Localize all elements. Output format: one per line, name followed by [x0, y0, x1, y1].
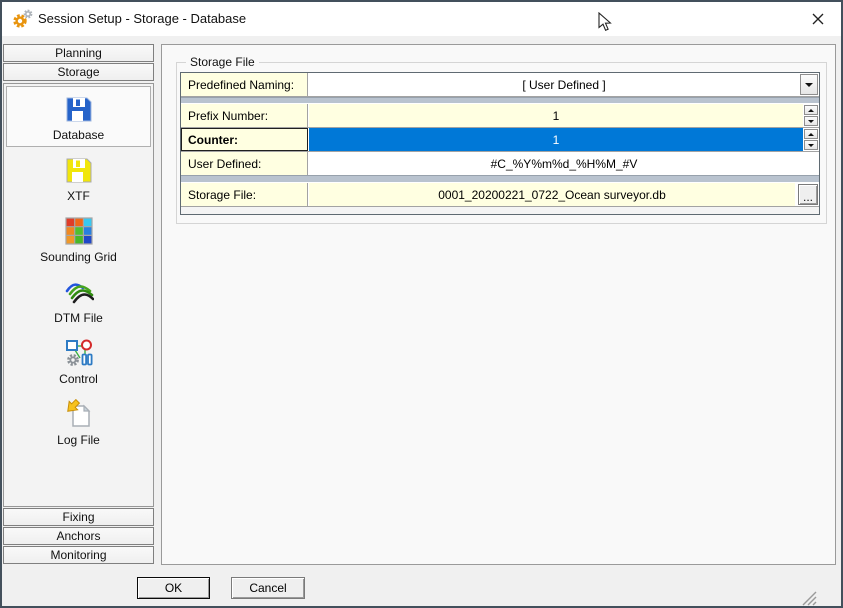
sidebar-button-fixing[interactable]: Fixing	[3, 508, 154, 526]
control-shapes-icon	[65, 339, 92, 366]
browse-button[interactable]: ...	[798, 184, 818, 205]
sidebar-item-label: Control	[59, 372, 98, 386]
sidebar-button-anchors[interactable]: Anchors	[3, 527, 154, 545]
floppy-blue-icon	[66, 97, 91, 122]
sidebar-item-sounding-grid[interactable]: Sounding Grid	[6, 208, 151, 269]
ok-button[interactable]: OK	[137, 577, 210, 599]
counter-label: Counter:	[181, 128, 308, 151]
resize-grip[interactable]	[799, 588, 817, 606]
row-prefix-number: Prefix Number: 1	[181, 104, 819, 128]
titlebar: Session Setup - Storage - Database	[2, 2, 841, 36]
prefix-number-field[interactable]: 1	[309, 104, 803, 127]
storage-file-value: 0001_20200221_0722_Ocean surveyor.db	[438, 187, 666, 202]
predefined-naming-select[interactable]: [ User Defined ]	[309, 73, 819, 96]
sidebar-item-label: Log File	[57, 433, 100, 447]
sidebar-item-label: Sounding Grid	[40, 250, 117, 264]
sidebar-nav-panel: Database XTF Sounding Grid DTM File Cont…	[3, 83, 154, 507]
sidebar-button-planning[interactable]: Planning	[3, 44, 154, 62]
sidebar-button-monitoring[interactable]: Monitoring	[3, 546, 154, 564]
arrow-down-icon	[808, 143, 814, 147]
sidebar-item-xtf[interactable]: XTF	[6, 147, 151, 208]
counter-spin-up-button[interactable]	[804, 129, 818, 139]
prefix-number-value: 1	[552, 108, 560, 123]
chevron-down-icon	[805, 82, 813, 87]
user-defined-field[interactable]: #C_%Y%m%d_%H%M_#V	[309, 152, 819, 175]
cancel-button[interactable]: Cancel	[231, 577, 305, 599]
prefix-number-spin-down-button[interactable]	[804, 116, 818, 126]
prefix-number-spin-up-button[interactable]	[804, 105, 818, 115]
floppy-yellow-icon	[66, 158, 91, 183]
counter-value: 1	[552, 132, 560, 147]
counter-spin-down-button[interactable]	[804, 140, 818, 150]
sidebar-item-label: XTF	[67, 189, 90, 203]
user-defined-value: #C_%Y%m%d_%H%M_#V	[490, 156, 638, 171]
sidebar-item-label: Database	[52, 128, 105, 142]
row-storage-file: Storage File: 0001_20200221_0722_Ocean s…	[181, 183, 819, 207]
counter-field[interactable]: 1	[309, 128, 803, 151]
close-button[interactable]	[803, 6, 833, 32]
predefined-naming-label: Predefined Naming:	[181, 73, 308, 96]
prefix-number-label: Prefix Number:	[181, 104, 308, 127]
groupbox-title: Storage File	[186, 55, 259, 69]
counter-spinner	[803, 128, 819, 151]
arrow-down-icon	[808, 119, 814, 123]
sidebar-item-database[interactable]: Database	[6, 86, 151, 147]
separator-row	[181, 175, 819, 183]
log-file-icon	[66, 398, 90, 427]
arrow-up-icon	[808, 108, 814, 112]
user-defined-label: User Defined:	[181, 152, 308, 175]
window-title: Session Setup - Storage - Database	[38, 11, 247, 26]
sidebar-item-label: DTM File	[54, 311, 103, 325]
dtm-swoosh-icon	[65, 283, 94, 304]
row-predefined-naming: Predefined Naming: [ User Defined ]	[181, 73, 819, 97]
predefined-naming-dropdown-button[interactable]	[800, 74, 818, 95]
arrow-up-icon	[808, 132, 814, 136]
session-setup-window: Session Setup - Storage - Database Plann…	[0, 0, 843, 608]
storage-file-field[interactable]: 0001_20200221_0722_Ocean surveyor.db	[309, 183, 795, 206]
storage-file-label: Storage File:	[181, 183, 308, 206]
separator-row	[181, 97, 819, 104]
sidebar-item-log-file[interactable]: Log File	[6, 391, 151, 452]
sidebar-button-storage[interactable]: Storage	[3, 63, 154, 81]
storage-file-table: Predefined Naming: [ User Defined ] Pref…	[180, 72, 820, 215]
prefix-number-spinner	[803, 104, 819, 127]
predefined-naming-value: [ User Defined ]	[522, 77, 606, 92]
row-counter: Counter: 1	[181, 128, 819, 152]
sidebar-item-dtm-file[interactable]: DTM File	[6, 269, 151, 330]
app-gears-icon	[11, 9, 35, 34]
sidebar-item-control[interactable]: Control	[6, 330, 151, 391]
color-grid-icon	[64, 217, 93, 245]
row-user-defined: User Defined: #C_%Y%m%d_%H%M_#V	[181, 152, 819, 175]
